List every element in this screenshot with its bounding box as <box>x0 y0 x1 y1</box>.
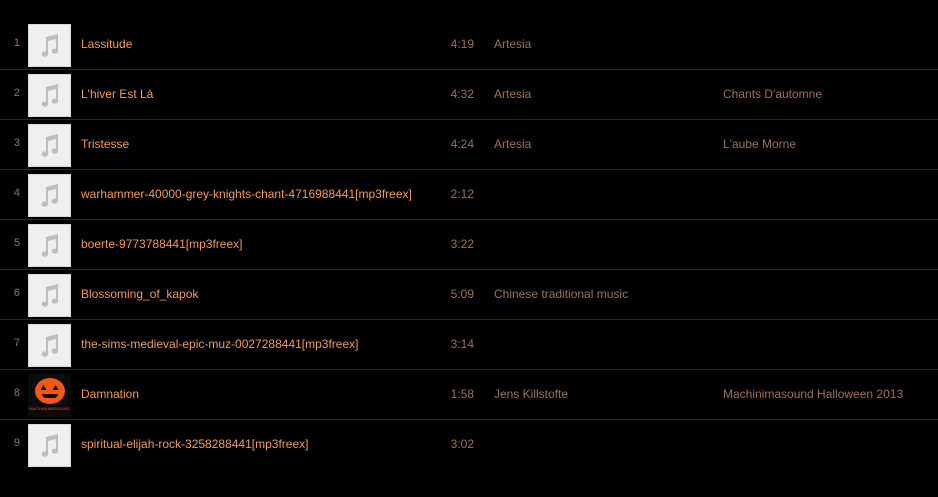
track-number: 1 <box>13 37 20 49</box>
album-art-placeholder <box>28 24 71 67</box>
track-duration: 3:14 <box>450 337 474 351</box>
track-title: the-sims-medieval-epic-muz-0027288441[mp… <box>81 337 359 351</box>
track-title: Lassitude <box>81 37 133 51</box>
track-artist: Chinese traditional music <box>494 287 629 301</box>
track-title: Blossoming_of_kapok <box>81 287 199 301</box>
music-note-icon <box>41 333 58 357</box>
track-title: warhammer-40000-grey-knights-chant-47169… <box>81 187 412 201</box>
track-number: 9 <box>13 437 20 449</box>
track-duration: 5:09 <box>450 287 474 301</box>
track-artist: Artesia <box>494 87 532 101</box>
track-row[interactable]: 9 spiritual-elijah-rock-3258288441[mp3fr… <box>0 420 938 470</box>
album-art-brand: MACHINIMASOUND <box>29 406 70 411</box>
music-note-icon <box>41 83 58 107</box>
track-title: boerte-9773788441[mp3freex] <box>81 237 243 251</box>
track-title: L'hiver Est Là <box>81 87 154 101</box>
music-note-icon <box>41 183 58 207</box>
album-art-placeholder <box>28 424 71 467</box>
track-artist: Artesia <box>494 137 532 151</box>
album-art-placeholder <box>28 224 71 267</box>
track-duration: 4:32 <box>450 87 474 101</box>
track-title: Tristesse <box>81 137 130 151</box>
album-art: MACHINIMASOUND <box>28 374 71 417</box>
track-row[interactable]: 8 MACHINIMASOUND Damnation 1:58 Jens Kil… <box>0 370 938 420</box>
track-number: 2 <box>13 87 20 99</box>
track-album: Machinimasound Halloween 2013 <box>723 387 904 401</box>
track-duration: 1:58 <box>450 387 474 401</box>
album-art-placeholder <box>28 174 71 217</box>
track-artist: Jens Killstofte <box>494 387 569 401</box>
album-art-placeholder <box>28 124 71 167</box>
track-number: 5 <box>13 237 20 249</box>
album-art-placeholder <box>28 324 71 367</box>
track-number: 3 <box>13 137 20 149</box>
music-note-icon <box>41 283 58 307</box>
track-number: 4 <box>13 187 20 199</box>
music-note-icon <box>41 433 58 457</box>
track-number: 7 <box>13 337 20 349</box>
track-duration: 2:12 <box>450 187 474 201</box>
track-list: 1 Lassitude 4:19 Artesia 2 L'hiver Est L… <box>0 20 938 470</box>
album-art-placeholder <box>28 74 71 117</box>
pumpkin-logo <box>34 378 65 404</box>
track-row[interactable]: 1 Lassitude 4:19 Artesia <box>0 20 938 70</box>
track-row[interactable]: 4 warhammer-40000-grey-knights-chant-471… <box>0 170 938 220</box>
track-duration: 4:19 <box>450 37 474 51</box>
track-row[interactable]: 7 the-sims-medieval-epic-muz-0027288441[… <box>0 320 938 370</box>
album-art-placeholder <box>28 274 71 317</box>
track-title: spiritual-elijah-rock-3258288441[mp3free… <box>81 437 309 451</box>
track-number: 6 <box>13 287 20 299</box>
track-row[interactable]: 3 Tristesse 4:24 Artesia L'aube Morne <box>0 120 938 170</box>
track-row[interactable]: 2 L'hiver Est Là 4:32 Artesia Chants D'a… <box>0 70 938 120</box>
track-duration: 3:22 <box>450 237 474 251</box>
track-album: L'aube Morne <box>723 137 797 151</box>
music-note-icon <box>41 33 58 57</box>
music-note-icon <box>41 133 58 157</box>
track-number: 8 <box>13 387 20 399</box>
track-title: Damnation <box>81 387 140 401</box>
track-artist: Artesia <box>494 37 532 51</box>
track-duration: 4:24 <box>450 137 474 151</box>
track-album: Chants D'automne <box>723 87 823 101</box>
track-row[interactable]: 5 boerte-9773788441[mp3freex] 3:22 <box>0 220 938 270</box>
track-duration: 3:02 <box>450 437 474 451</box>
music-note-icon <box>41 233 58 257</box>
track-row[interactable]: 6 Blossoming_of_kapok 5:09 Chinese tradi… <box>0 270 938 320</box>
